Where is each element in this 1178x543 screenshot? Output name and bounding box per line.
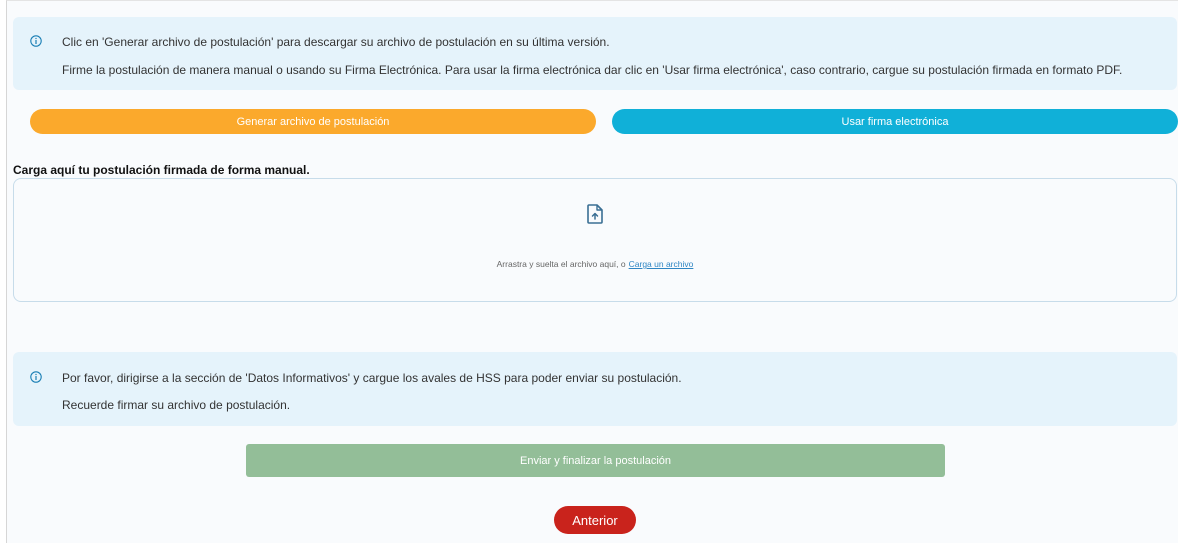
info-requirements-text: Por favor, dirigirse a la sección de 'Da…	[62, 371, 682, 385]
previous-button[interactable]: Anterior	[554, 506, 636, 534]
file-dropzone[interactable]: Arrastra y suelta el archivo aquí, o Carg…	[13, 178, 1177, 302]
generate-file-button[interactable]: Generar archivo de postulación	[30, 109, 596, 134]
info-reminder-text: Recuerde firmar su archivo de postulació…	[62, 398, 291, 412]
file-upload-icon	[587, 204, 603, 224]
upload-section-title: Carga aquí tu postulación firmada de for…	[13, 163, 310, 177]
info-notice-requirements: Por favor, dirigirse a la sección de 'Da…	[13, 352, 1177, 426]
info-icon	[30, 371, 42, 383]
dropzone-instructions: Arrastra y suelta el archivo aquí, o Carg…	[14, 259, 1176, 269]
dropzone-text: Arrastra y suelta el archivo aquí, o	[496, 259, 626, 269]
info-notice-download: Clic en 'Generar archivo de postulación'…	[13, 17, 1177, 90]
info-sign-text: Firme la postulación de manera manual o …	[62, 63, 1123, 77]
submit-application-button[interactable]: Enviar y finalizar la postulación	[246, 444, 945, 477]
upload-file-link[interactable]: Carga un archivo	[629, 259, 694, 269]
info-download-text: Clic en 'Generar archivo de postulación'…	[62, 35, 610, 49]
info-icon	[30, 35, 42, 47]
electronic-signature-button[interactable]: Usar firma electrónica	[612, 109, 1178, 134]
